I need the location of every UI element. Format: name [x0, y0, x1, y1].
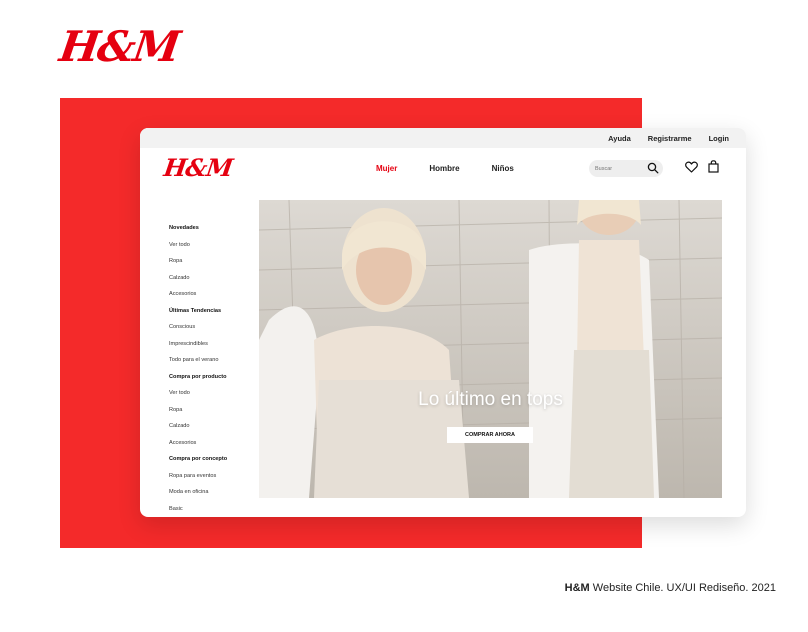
search-box[interactable] [589, 160, 663, 177]
login-link[interactable]: Login [709, 134, 729, 143]
nav-ninos[interactable]: Niños [492, 164, 514, 173]
sidebar-item-calzado-producto[interactable]: Calzado [169, 422, 227, 439]
utility-bar: Ayuda Registrarme Login [140, 128, 746, 148]
sidebar-item-oficina[interactable]: Moda en oficina [169, 488, 227, 505]
presentation-caption: H&M Website Chile. UX/UI Rediseño. 2021 [565, 582, 776, 594]
sidebar-item-basic[interactable]: Basic [169, 505, 227, 518]
sidebar-item-ver-todo[interactable]: Ver todo [169, 241, 227, 258]
register-link[interactable]: Registrarme [648, 134, 692, 143]
sidebar-heading-tendencias[interactable]: Últimas Tendencias [169, 307, 227, 324]
site-logo[interactable]: H&M [162, 153, 234, 182]
heart-icon[interactable] [685, 161, 698, 173]
sidebar-item-ropa[interactable]: Ropa [169, 257, 227, 274]
sidebar-heading-concepto[interactable]: Compra por concepto [169, 455, 227, 472]
nav-hombre[interactable]: Hombre [429, 164, 459, 173]
hero-title: Lo último en tops [418, 389, 563, 410]
search-input[interactable] [595, 165, 645, 172]
caption-brand: H&M [564, 582, 590, 594]
sidebar-item-ropa-producto[interactable]: Ropa [169, 406, 227, 423]
sidebar-item-verano[interactable]: Todo para el verano [169, 356, 227, 373]
sidebar-heading-producto[interactable]: Compra por producto [169, 373, 227, 390]
hero-photo [259, 200, 722, 498]
sidebar-item-eventos[interactable]: Ropa para eventos [169, 472, 227, 489]
shop-now-button[interactable]: COMPRAR AHORA [447, 427, 533, 443]
bag-icon[interactable] [708, 160, 719, 173]
sidebar-item-calzado[interactable]: Calzado [169, 274, 227, 291]
sidebar-item-accesorios[interactable]: Accesorios [169, 290, 227, 307]
main-nav: Mujer Hombre Niños [376, 164, 546, 173]
brand-logo: H&M [56, 22, 182, 71]
search-icon[interactable] [647, 162, 659, 174]
sidebar-heading-novedades[interactable]: Novedades [169, 224, 227, 241]
sidebar-item-imprescindibles[interactable]: Imprescindibles [169, 340, 227, 357]
nav-mujer[interactable]: Mujer [376, 164, 397, 173]
hero-banner[interactable]: Lo último en tops COMPRAR AHORA [259, 200, 722, 498]
website-mockup: Ayuda Registrarme Login H&M Mujer Hombre… [140, 128, 746, 517]
category-sidebar: Novedades Ver todo Ropa Calzado Accesori… [169, 224, 227, 517]
sidebar-item-ver-todo-producto[interactable]: Ver todo [169, 389, 227, 406]
sidebar-item-accesorios-producto[interactable]: Accesorios [169, 439, 227, 456]
caption-text: Website Chile. UX/UI Rediseño. 2021 [589, 582, 776, 594]
help-link[interactable]: Ayuda [608, 134, 631, 143]
sidebar-item-conscious[interactable]: Conscious [169, 323, 227, 340]
